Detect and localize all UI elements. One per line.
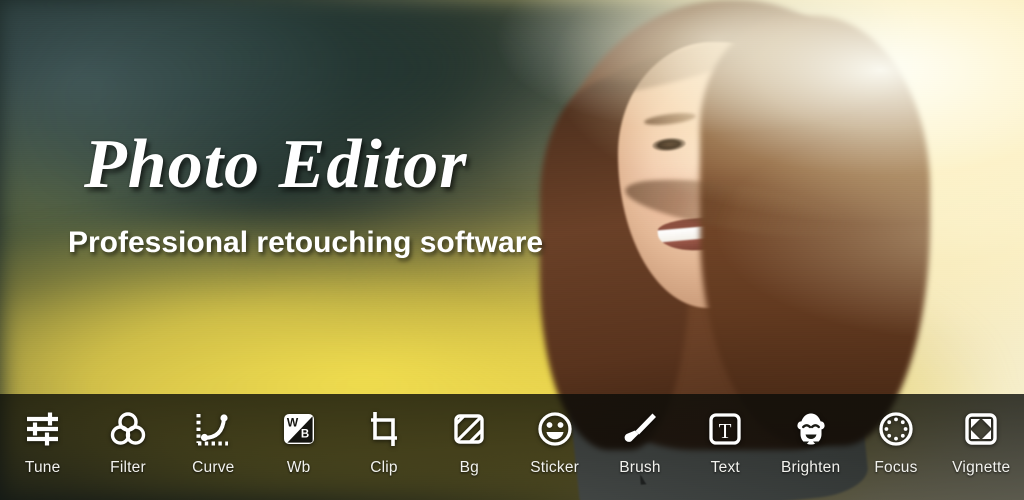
sliders-icon bbox=[22, 408, 64, 450]
tool-label: Clip bbox=[370, 459, 398, 476]
tool-filter[interactable]: Filter bbox=[85, 394, 170, 500]
tool-vignette[interactable]: Vignette bbox=[939, 394, 1024, 500]
tool-label: Brush bbox=[619, 459, 661, 476]
tool-label: Sticker bbox=[530, 459, 580, 476]
three-circles-icon bbox=[107, 408, 149, 450]
tool-label: Curve bbox=[192, 459, 235, 476]
tool-sticker[interactable]: Sticker bbox=[512, 394, 597, 500]
hatched-square-icon bbox=[448, 408, 490, 450]
tool-bg[interactable]: Bg bbox=[427, 394, 512, 500]
tool-brush[interactable]: Brush bbox=[597, 394, 682, 500]
tool-label: Wb bbox=[286, 459, 311, 476]
tool-brighten[interactable]: Brighten bbox=[768, 394, 853, 500]
focus-dots-icon bbox=[875, 408, 917, 450]
svg-text:W: W bbox=[286, 416, 298, 430]
vignette-corners-icon bbox=[960, 408, 1002, 450]
tool-label: Vignette bbox=[952, 459, 1011, 476]
tool-label: Filter bbox=[110, 459, 146, 476]
smiley-face-icon bbox=[534, 408, 576, 450]
tool-curve[interactable]: Curve bbox=[171, 394, 256, 500]
tool-text[interactable]: T Text bbox=[683, 394, 768, 500]
tool-label: Bg bbox=[459, 459, 479, 476]
tool-tune[interactable]: Tune bbox=[0, 394, 85, 500]
white-balance-icon: W B bbox=[278, 408, 320, 450]
tool-clip[interactable]: Clip bbox=[341, 394, 426, 500]
face-brighten-icon bbox=[790, 408, 832, 450]
text-t-icon: T bbox=[704, 408, 746, 450]
svg-text:T: T bbox=[719, 419, 732, 443]
tool-label: Focus bbox=[874, 459, 918, 476]
app-title: Photo Editor bbox=[84, 126, 468, 203]
tool-focus[interactable]: Focus bbox=[853, 394, 938, 500]
bottom-toolbar: Tune Filter Curve W B Wb Clip Bg Sticker… bbox=[0, 394, 1024, 500]
tool-label: Tune bbox=[24, 459, 61, 476]
app-screenshot: Photo Editor Professional retouching sof… bbox=[0, 0, 1024, 500]
svg-text:B: B bbox=[300, 429, 308, 441]
tool-wb[interactable]: W B Wb bbox=[256, 394, 341, 500]
tool-label: Brighten bbox=[780, 459, 841, 476]
paintbrush-icon bbox=[619, 408, 661, 450]
tool-label: Text bbox=[710, 459, 740, 476]
curve-graph-icon bbox=[192, 408, 234, 450]
crop-icon bbox=[363, 408, 405, 450]
app-subtitle: Professional retouching software bbox=[68, 226, 544, 259]
